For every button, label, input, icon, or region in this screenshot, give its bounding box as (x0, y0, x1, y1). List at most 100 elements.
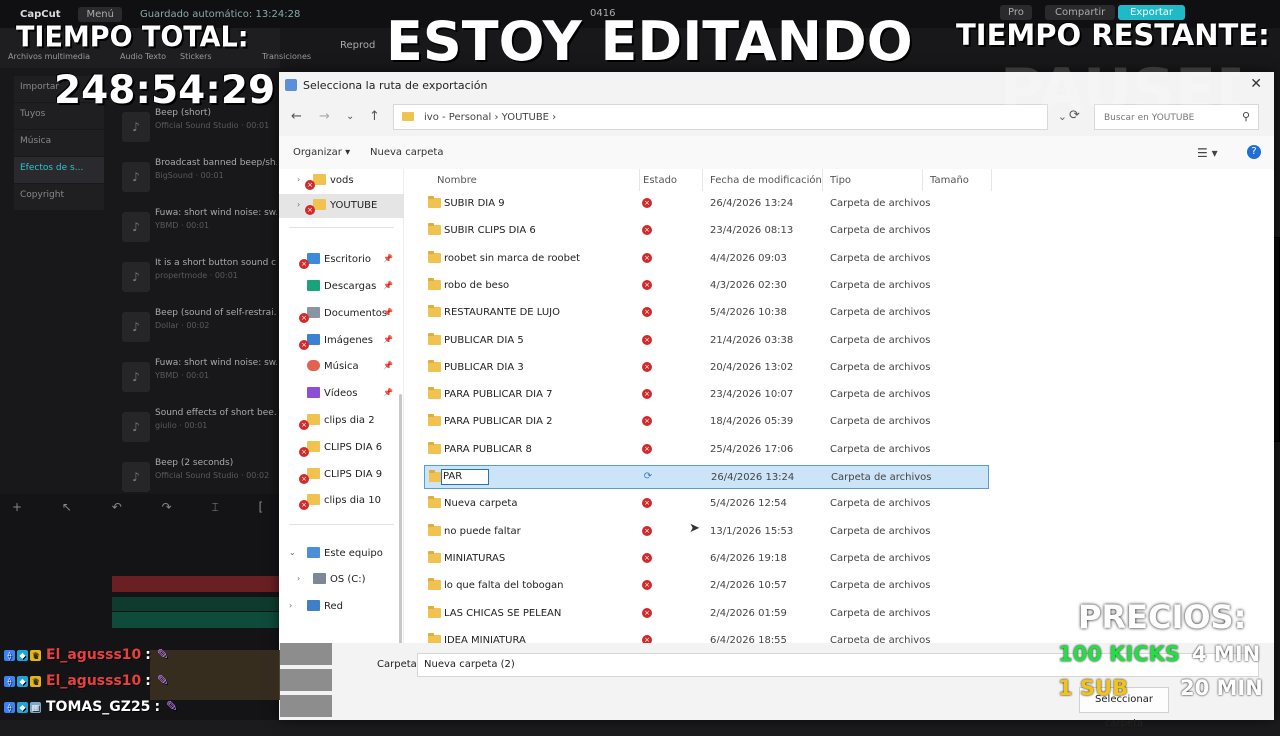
nav-item-documentos[interactable]: × Documentos 📌 (279, 302, 404, 326)
column-type[interactable]: Tipo (830, 175, 851, 186)
pin-icon[interactable]: 📌 (383, 335, 393, 344)
file-row[interactable]: no puede faltar × 13/1/2026 15:53 Carpeta d… (424, 520, 989, 544)
file-row[interactable]: SUBIR CLIPS DIA 6 × 23/4/2026 08:13 Carpeta… (424, 219, 989, 243)
file-row[interactable]: IDEA MINIATURA × 6/4/2026 18:55 Carpeta de … (424, 629, 989, 643)
back-arrow-icon[interactable]: ← (291, 109, 302, 124)
timeline-track-audio-2[interactable] (112, 612, 280, 628)
file-type: Carpeta de archivos (830, 307, 931, 319)
file-date: 23/4/2026 08:13 (710, 225, 794, 237)
forward-arrow-icon[interactable]: → (319, 109, 330, 124)
nav-item-youtube[interactable]: › × YOUTUBE (279, 194, 404, 218)
file-row[interactable]: PARA PUBLICAR DIA 2 × 18/4/2026 05:39 Carpe… (424, 410, 989, 434)
chevron-down-icon[interactable]: ⌄ (289, 548, 296, 557)
music-note-icon: ♪ (122, 462, 150, 492)
pin-icon[interactable]: 📌 (383, 388, 393, 397)
timeline-track-video[interactable] (112, 576, 280, 592)
file-row[interactable]: RESTAURANTE DE LUJO × 5/4/2026 10:38 Carpet… (424, 301, 989, 325)
file-name: PARA PUBLICAR 8 (444, 443, 532, 455)
nav-item-clips-dia-9[interactable]: × CLIPS DIA 9 (279, 463, 404, 487)
column-size[interactable]: Tamaño (930, 175, 969, 186)
pin-icon[interactable]: 📌 (383, 281, 393, 290)
file-row[interactable]: PARA PUBLICAR 8 × 25/4/2026 17:06 Carpeta d… (424, 438, 989, 462)
nav-item-os-c[interactable]: › OS (C:) (279, 568, 404, 592)
nav-item-imagenes[interactable]: × Imágenes 📌 (279, 329, 404, 353)
organize-button[interactable]: Organizar ▾ (293, 147, 350, 158)
folder-icon (428, 523, 441, 536)
nav-item-red[interactable]: › Red (279, 595, 404, 619)
nav-item-descargas[interactable]: Descargas 📌 (279, 275, 404, 299)
badge-icon: ⟠ (4, 701, 15, 713)
folder-icon (428, 578, 441, 591)
file-type: Carpeta de archivos (830, 361, 931, 373)
column-name[interactable]: Nombre (437, 175, 477, 186)
sidebar-item-sound-effects[interactable]: Efectos de s... (14, 157, 104, 183)
nav-item-vods[interactable]: › × vods (279, 169, 404, 193)
rename-input[interactable]: PAR (441, 469, 489, 485)
pin-icon[interactable]: 📌 (383, 254, 393, 263)
column-divider[interactable] (922, 169, 923, 191)
address-bar[interactable]: ivo - Personal › YOUTUBE › ⌄ (393, 104, 1067, 130)
column-divider[interactable] (639, 169, 640, 191)
sound-effect-item[interactable]: ♪ Sound effects of short bee... giulio · 0… (118, 404, 278, 454)
nav-item-clips-dia-2[interactable]: × clips dia 2 (279, 409, 404, 433)
sound-title: Fuwa: short wind noise: sw... (155, 208, 277, 218)
up-arrow-icon[interactable]: ↑ (369, 109, 380, 124)
nav-item-escritorio[interactable]: × Escritorio 📌 (279, 248, 404, 272)
file-row[interactable]: MINIATURAS × 6/4/2026 19:18 Carpeta de arch… (424, 547, 989, 571)
help-icon[interactable]: ? (1247, 145, 1261, 159)
file-row[interactable]: Nueva carpeta × 5/4/2026 12:54 Carpeta de a… (424, 492, 989, 516)
column-status[interactable]: Estado (643, 175, 677, 186)
file-row[interactable]: PARA PUBLICAR DIA 7 × 23/4/2026 10:07 Carpe… (424, 383, 989, 407)
nav-item-clips-dia-6[interactable]: × CLIPS DIA 6 (279, 436, 404, 460)
recent-chevron-icon[interactable]: ⌄ (346, 111, 354, 122)
sound-effect-item[interactable]: ♪ It is a short button sound c... propertm… (118, 254, 278, 304)
chat-overlay-box (280, 695, 332, 717)
column-divider[interactable] (822, 169, 823, 191)
tab-transitions[interactable]: Transiciones (262, 52, 311, 61)
new-folder-button[interactable]: Nueva carpeta (370, 147, 443, 158)
nav-label: Red (324, 601, 343, 612)
file-row[interactable]: roobet sin marca de roobet × 4/4/2026 09:0… (424, 247, 989, 271)
sidebar-item-music[interactable]: Música (14, 130, 104, 156)
chevron-right-icon[interactable]: › (289, 601, 292, 610)
sound-effect-item[interactable]: ♪ Beep (sound of self-restrai... Dollar · … (118, 304, 278, 354)
nav-item-videos[interactable]: Vídeos 📌 (279, 382, 404, 406)
file-date: 2/4/2026 10:57 (710, 580, 787, 592)
capcut-menu-button[interactable]: Menú (78, 6, 122, 22)
file-row[interactable]: LAS CHICAS SE PELEAN × 2/4/2026 01:59 Carpe… (424, 602, 989, 626)
sync-error-icon: × (305, 180, 315, 190)
crown-badge-icon: ♛ (30, 675, 41, 687)
timeline-track-audio[interactable] (112, 597, 280, 611)
pin-icon[interactable]: 📌 (383, 361, 393, 370)
file-row[interactable]: lo que falta del tobogan × 2/4/2026 10:57 C… (424, 574, 989, 598)
file-row[interactable]: PUBLICAR DIA 3 × 20/4/2026 13:02 Carpeta de… (424, 356, 989, 380)
nav-item-este-equipo[interactable]: ⌄ Este equipo (279, 542, 404, 566)
file-row-renaming[interactable]: PAR ⟳ 26/4/2026 13:24 Carpeta de archivos (424, 465, 989, 489)
nav-item-clips-dia-10[interactable]: × clips dia 10 (279, 489, 404, 513)
column-date[interactable]: Fecha de modificación (710, 175, 822, 186)
file-type: Carpeta de archivos (830, 416, 931, 428)
chat-message: ⟠ ◆ ▦ TOMAS_GZ25: ✎ (4, 696, 178, 718)
nav-item-musica[interactable]: Música 📌 (279, 355, 404, 379)
file-type: Carpeta de archivos (830, 607, 931, 619)
column-divider[interactable] (702, 169, 703, 191)
app-icon (285, 79, 297, 91)
chevron-right-icon[interactable]: › (297, 574, 300, 583)
close-icon[interactable]: ✕ (1250, 76, 1262, 92)
sound-effect-item[interactable]: ♪ Fuwa: short wind noise: sw... YBMD · 00:… (118, 204, 278, 254)
sync-error-icon: × (642, 552, 652, 563)
file-list-header: Nombre Estado Fecha de modificación Tipo… (409, 169, 1274, 191)
file-row[interactable]: robo de beso × 4/3/2026 02:30 Carpeta de ar… (424, 274, 989, 298)
chevron-right-icon[interactable]: › (297, 175, 300, 184)
file-row[interactable]: SUBIR DIA 9 × 26/4/2026 13:24 Carpeta de ar… (424, 192, 989, 216)
sound-effect-item[interactable]: ♪ Fuwa: short wind noise: sw... YBMD · 00:… (118, 354, 278, 404)
file-name: PARA PUBLICAR DIA 7 (444, 389, 553, 401)
chevron-right-icon[interactable]: › (297, 200, 300, 209)
column-divider[interactable] (991, 169, 992, 191)
file-row[interactable]: PUBLICAR DIA 5 × 21/4/2026 03:38 Carpeta de… (424, 329, 989, 353)
sound-effect-item[interactable]: ♪ Broadcast banned beep/sh... BigSound · 0… (118, 154, 278, 204)
pin-icon[interactable]: 📌 (383, 308, 393, 317)
sidebar-item-copyright[interactable]: Copyright (14, 184, 104, 210)
file-date: 5/4/2026 10:38 (710, 307, 787, 319)
sync-error-icon: × (299, 447, 309, 457)
